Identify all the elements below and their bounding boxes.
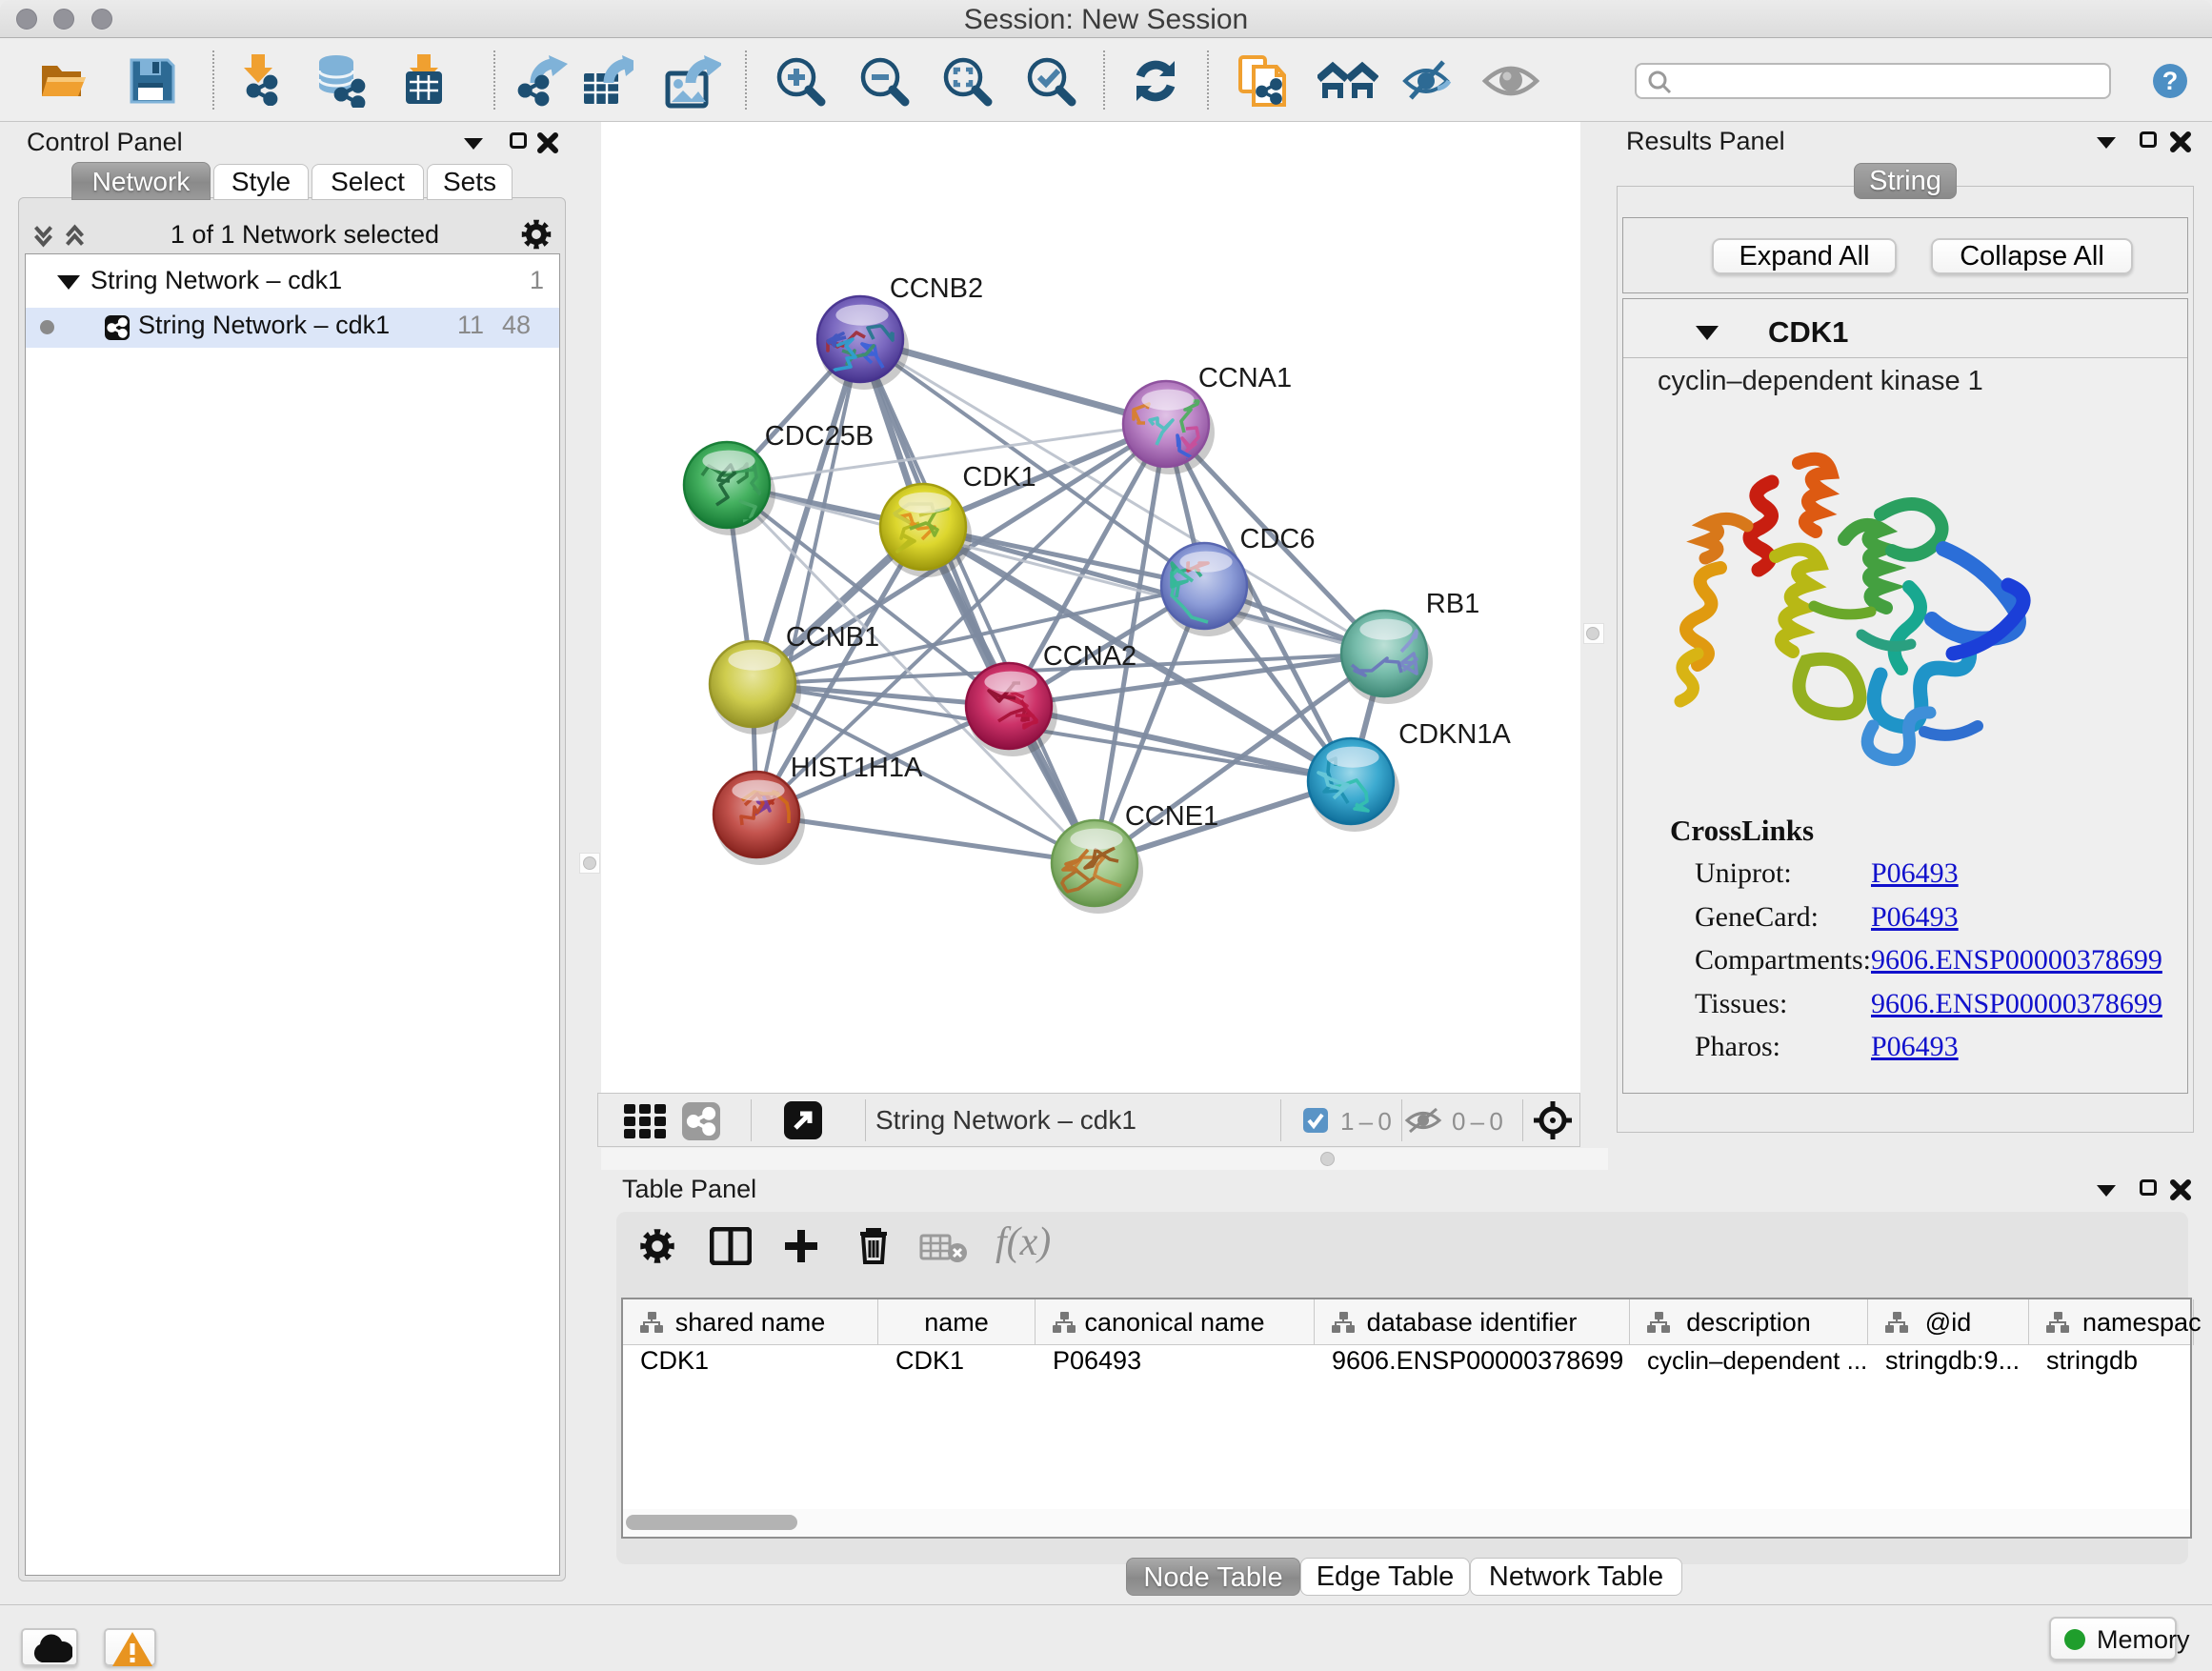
svg-text:CDC6: CDC6: [1240, 524, 1316, 554]
svg-text:CCNA2: CCNA2: [1043, 641, 1136, 672]
svg-text:CDC25B: CDC25B: [765, 421, 874, 452]
svg-text:CCNE1: CCNE1: [1125, 801, 1218, 832]
svg-text:CDKN1A: CDKN1A: [1398, 719, 1511, 750]
svg-text:RB1: RB1: [1426, 589, 1479, 619]
svg-text:CCNB2: CCNB2: [890, 273, 983, 304]
svg-text:HIST1H1A: HIST1H1A: [791, 753, 923, 783]
svg-text:?: ?: [2162, 67, 2179, 95]
svg-text:CCNB1: CCNB1: [786, 622, 879, 653]
svg-text:CCNA1: CCNA1: [1198, 363, 1292, 393]
svg-text:CDK1: CDK1: [962, 462, 1036, 493]
